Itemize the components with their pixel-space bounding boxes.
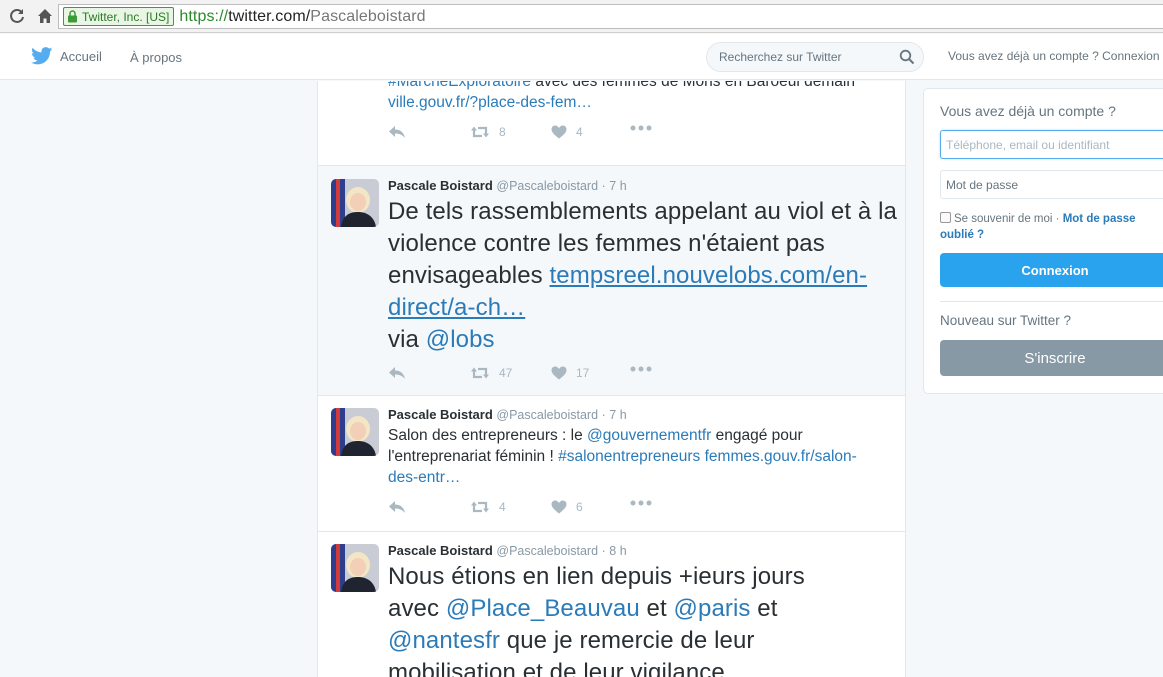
heart-icon (551, 500, 567, 514)
hashtag-link[interactable]: #MarcheExploratoire (388, 81, 531, 90)
tweet-actions: 47 17 (388, 366, 668, 384)
twitter-bird-icon (31, 47, 53, 65)
twitter-topbar: Accueil À propos Vous avez déjà un compt… (0, 34, 1163, 80)
more-icon[interactable] (630, 366, 652, 372)
avatar[interactable] (331, 81, 379, 99)
lock-icon (68, 10, 77, 23)
login-button[interactable]: Connexion (940, 253, 1163, 287)
text-segment: et (639, 595, 674, 622)
browser-toolbar: Twitter, Inc. [US] https://twitter.com/P… (0, 0, 1163, 33)
tweet-card[interactable]: Pascale Boistard @Pascaleboistard · 7 h … (318, 166, 905, 396)
retweet-count: 8 (499, 125, 506, 139)
tweet-actions: 8 4 (388, 125, 668, 143)
password-field[interactable] (940, 170, 1163, 199)
search-input[interactable] (707, 43, 887, 71)
retweet-icon (471, 126, 489, 138)
remember-label[interactable]: Se souvenir de moi (954, 213, 1052, 225)
ev-certificate-badge[interactable]: Twitter, Inc. [US] (63, 7, 175, 26)
login-title: Vous avez déjà un compte ? (940, 103, 1116, 119)
url-path: Pascaleboistard (310, 7, 426, 25)
like-count: 6 (576, 500, 583, 514)
tweet-text: #MarcheExploratoire avec des femmes de M… (388, 81, 893, 113)
like-button[interactable]: 17 (551, 366, 589, 380)
text-segment: avec des femmes de Mons en Baroeul demai… (531, 81, 855, 90)
like-button[interactable]: 6 (551, 500, 583, 514)
text-segment: Salon des entrepreneurs : le (388, 427, 588, 444)
author-name[interactable]: Pascale Boistard (388, 178, 493, 193)
mention-link[interactable]: @nantesfr (388, 627, 500, 654)
reply-icon[interactable] (388, 500, 407, 514)
text-segment: via (388, 326, 426, 353)
heart-icon (551, 366, 567, 380)
mention-link[interactable]: @gouvernementfr (587, 427, 711, 444)
topbar-login-link[interactable]: Connexion (1102, 49, 1159, 63)
avatar[interactable] (331, 408, 379, 456)
retweet-icon (471, 501, 489, 513)
url-host: twitter.com/ (228, 7, 311, 25)
ev-label: Twitter, Inc. [US] (82, 9, 170, 24)
home-icon[interactable] (34, 5, 56, 27)
tweet-text: Salon des entrepreneurs : le @gouverneme… (388, 425, 883, 488)
like-count: 4 (576, 125, 583, 139)
new-user-label: Nouveau sur Twitter ? (940, 313, 1072, 328)
login-panel: Vous avez déjà un compte ? Se souvenir d… (923, 88, 1163, 394)
reply-icon[interactable] (388, 125, 407, 139)
author-name[interactable]: Pascale Boistard (388, 543, 493, 558)
like-button[interactable]: 4 (551, 125, 583, 139)
like-count: 17 (576, 366, 590, 380)
tweet-time[interactable]: · 7 h (602, 408, 627, 422)
mention-link[interactable]: @lobs (426, 326, 495, 353)
author-handle[interactable]: @Pascaleboistard (496, 179, 598, 193)
heart-icon (551, 125, 567, 139)
tweet-card[interactable]: Pascale Boistard @Pascaleboistard · 7 h … (318, 396, 905, 532)
url-text: https://twitter.com/Pascaleboistard (179, 8, 425, 26)
tweet-card[interactable]: #MarcheExploratoire avec des femmes de M… (318, 81, 905, 166)
reply-icon[interactable] (388, 366, 407, 380)
tweet-header: Pascale Boistard @Pascaleboistard · 8 h (388, 543, 627, 558)
tweet-header: Pascale Boistard @Pascaleboistard · 7 h (388, 407, 627, 422)
retweet-button[interactable]: 4 (470, 500, 506, 514)
retweet-button[interactable]: 47 (470, 366, 512, 380)
reload-icon[interactable] (6, 5, 28, 27)
separator: · (1052, 213, 1063, 225)
nav-about-link[interactable]: À propos (130, 50, 182, 65)
retweet-count: 47 (499, 366, 513, 380)
remember-row: Se souvenir de moi · Mot de passe oublié… (940, 211, 1162, 243)
mention-link[interactable]: @Place_Beauvau (446, 595, 640, 622)
mention-link[interactable]: @paris (674, 595, 751, 622)
tweet-actions: 4 6 (388, 500, 668, 518)
tweet-time[interactable]: · 8 h (602, 544, 627, 558)
nav-home-label: Accueil (60, 48, 102, 64)
hashtag-link[interactable]: #salonentrepreneurs (558, 448, 700, 465)
account-prompt: Vous avez déjà un compte ? (948, 49, 1099, 63)
retweet-button[interactable]: 8 (470, 125, 506, 139)
tweet-time[interactable]: · 7 h (602, 179, 627, 193)
search-box (706, 42, 924, 72)
more-icon[interactable] (630, 125, 652, 131)
divider (940, 301, 1163, 302)
url-protocol: https:// (179, 7, 229, 25)
retweet-count: 4 (499, 500, 506, 514)
author-handle[interactable]: @Pascaleboistard (496, 408, 598, 422)
more-icon[interactable] (630, 500, 652, 506)
tweet-card[interactable]: Pascale Boistard @Pascaleboistard · 8 h … (318, 532, 905, 677)
timeline[interactable]: #MarcheExploratoire avec des femmes de M… (317, 81, 906, 677)
tweet-header: Pascale Boistard @Pascaleboistard · 7 h (388, 178, 627, 193)
remember-checkbox[interactable] (940, 212, 951, 223)
search-icon[interactable] (899, 49, 915, 65)
author-name[interactable]: Pascale Boistard (388, 407, 493, 422)
retweet-icon (471, 367, 489, 379)
url-link[interactable]: ville.gouv.fr/?place-des-fem… (388, 94, 592, 111)
tweet-text: Nous étions en lien depuis +ieurs jours … (388, 561, 848, 677)
username-field[interactable] (940, 130, 1163, 159)
avatar[interactable] (331, 179, 379, 227)
signup-button[interactable]: S'inscrire (940, 340, 1163, 376)
nav-home-link[interactable]: Accueil (31, 47, 102, 65)
address-bar[interactable]: Twitter, Inc. [US] https://twitter.com/P… (58, 4, 1163, 29)
tweet-text: De tels rassemblements appelant au viol … (388, 196, 898, 356)
avatar[interactable] (331, 544, 379, 592)
author-handle[interactable]: @Pascaleboistard (496, 544, 598, 558)
topbar-account: Vous avez déjà un compte ? Connexion (948, 49, 1160, 63)
text-segment: et (750, 595, 778, 622)
